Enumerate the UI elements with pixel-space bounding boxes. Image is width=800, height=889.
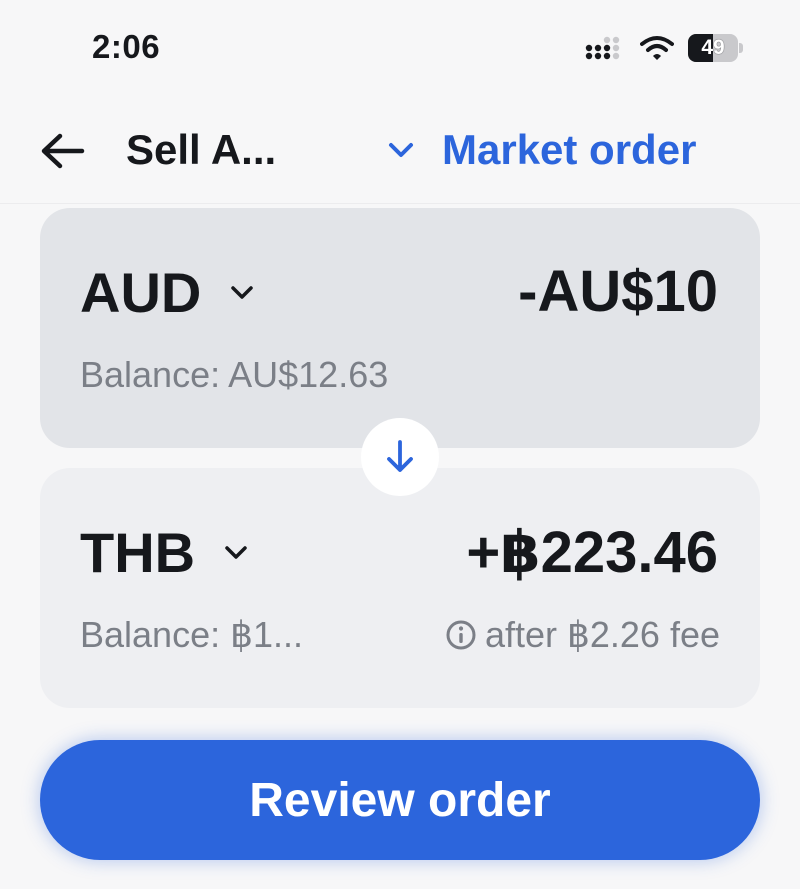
arrow-down-icon — [387, 440, 413, 472]
battery-body: 49 — [688, 34, 738, 62]
battery-icon: 49 — [688, 34, 744, 62]
status-bar: 2:06 49 — [0, 0, 800, 96]
arrow-left-icon — [41, 133, 85, 169]
back-button[interactable] — [36, 128, 92, 174]
chevron-down-icon — [231, 286, 254, 299]
chevron-down-icon — [225, 546, 247, 559]
cellular-signal-icon — [585, 36, 620, 60]
buy-currency-selector[interactable]: THB — [80, 520, 251, 584]
review-order-button[interactable]: Review order — [40, 740, 760, 860]
sell-currency-card: AUD -AU$10 Balance: AU$12.63 — [40, 208, 760, 448]
sell-balance: Balance: AU$12.63 — [80, 354, 389, 395]
order-type-dropdown[interactable]: Market order — [380, 120, 750, 180]
battery-level: 49 — [701, 36, 725, 59]
page-title: Sell A... — [126, 126, 277, 173]
sell-currency-code: AUD — [80, 260, 202, 324]
info-icon — [446, 620, 476, 650]
sell-amount-input[interactable]: -AU$10 — [518, 258, 718, 325]
swap-direction-button[interactable] — [361, 418, 439, 496]
buy-amount-input[interactable]: +฿223.46 — [466, 518, 718, 586]
chevron-down-icon — [389, 143, 413, 157]
order-type-label: Market order — [442, 126, 697, 173]
status-time: 2:06 — [92, 28, 161, 65]
buy-balance: Balance: ฿1... — [80, 614, 304, 655]
buy-currency-card: THB +฿223.46 Balance: ฿1... after ฿2.26 … — [40, 468, 760, 708]
header: Sell A... Market order — [0, 100, 800, 204]
wifi-icon — [640, 36, 674, 60]
buy-currency-code: THB — [80, 520, 196, 584]
fee-note[interactable]: after ฿2.26 fee — [445, 614, 720, 656]
battery-tip — [739, 43, 743, 53]
fee-note-text: after ฿2.26 fee — [484, 614, 720, 655]
sell-currency-selector[interactable]: AUD — [80, 260, 257, 324]
